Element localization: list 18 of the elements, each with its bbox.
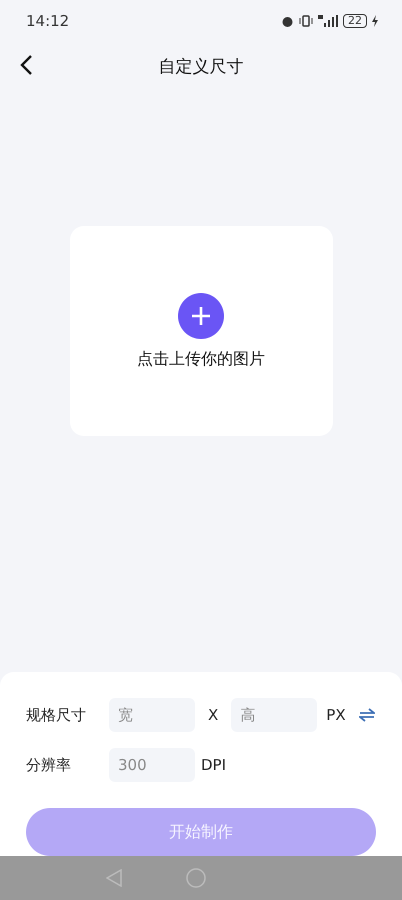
times-label: X [208,706,218,724]
page-title: 自定义尺寸 [158,56,244,78]
size-label: 规格尺寸 [26,706,87,724]
unit-label: PX [326,706,346,724]
plus-icon [178,292,224,338]
width-field[interactable]: 宽 [109,698,195,732]
upload-label: 点击上传你的图片 [137,348,265,370]
upload-card[interactable]: 点击上传你的图片 [70,226,332,436]
charging-icon [372,15,378,27]
status-time: 14:12 [26,12,70,30]
vibrate-icon [299,15,313,27]
resolution-field[interactable]: 300 [109,748,195,782]
swap-icon[interactable] [358,708,375,722]
resolution-label: 分辨率 [26,756,72,774]
signal-icon [318,15,338,27]
height-field[interactable]: 高 [231,698,318,732]
battery-level: 22 [343,14,367,28]
dpi-label: DPI [201,756,226,774]
